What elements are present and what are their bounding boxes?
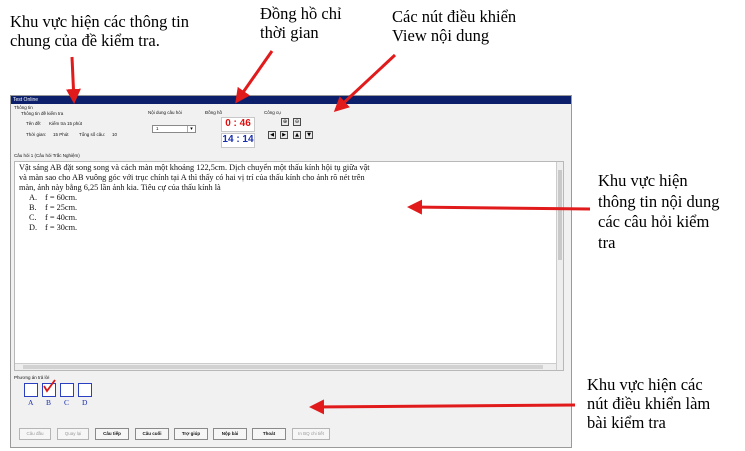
arrow-to-general-info: [65, 56, 81, 104]
annotation-arrows: [65, 50, 591, 415]
arrow-to-question-area: [407, 199, 591, 215]
arrow-to-control-area: [309, 399, 576, 415]
arrow-to-view-controls: [333, 53, 397, 113]
arrow-to-clock: [235, 50, 274, 104]
